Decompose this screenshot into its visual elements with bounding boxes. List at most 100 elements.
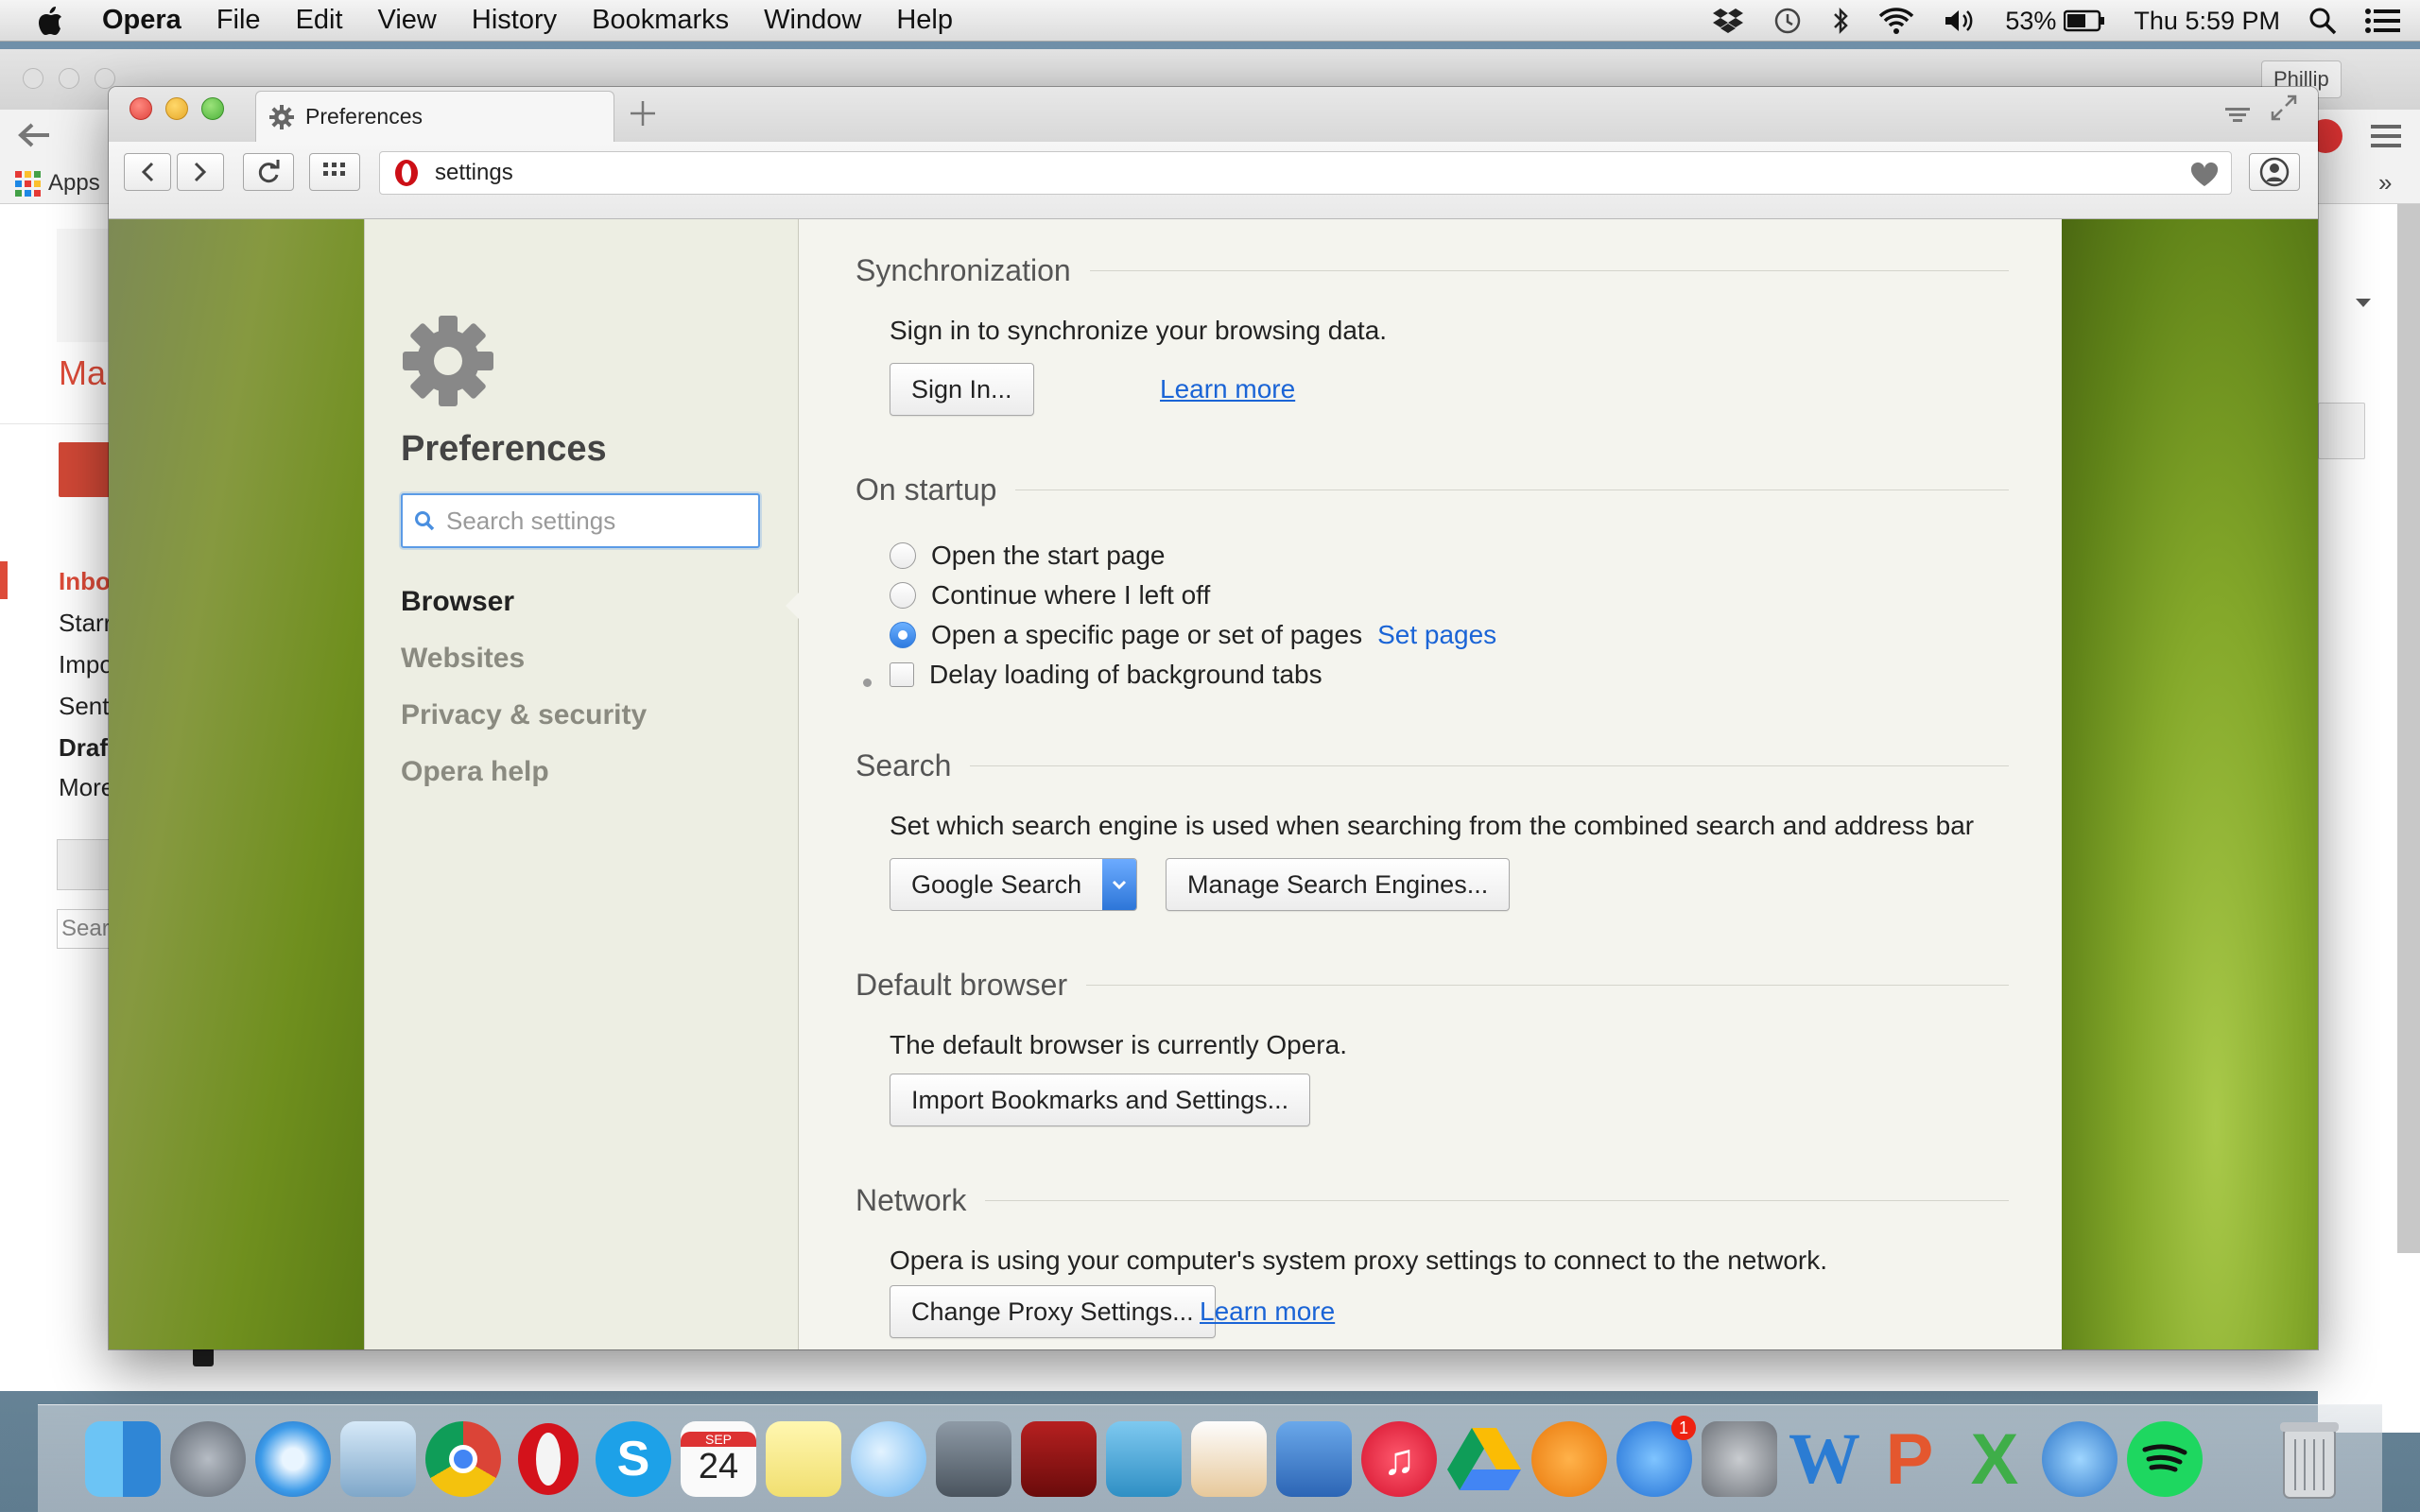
bg-label-more[interactable]: More [59,773,114,802]
menu-window[interactable]: Window [764,5,861,36]
minimize-button[interactable] [165,97,188,120]
bg-label-inbox[interactable]: Inbo [59,567,111,596]
bg-dropdown-button[interactable] [2318,403,2365,459]
spotlight-icon[interactable] [2308,7,2337,35]
bluetooth-icon[interactable] [1831,7,1850,35]
fullscreen-icon[interactable] [2269,93,2299,123]
menu-file[interactable]: File [216,5,261,36]
tab-menu-icon[interactable] [2223,100,2252,127]
bg-apps-shortcut[interactable]: Apps [15,170,100,197]
bg-chat-avatar[interactable] [57,839,112,890]
bg-label-important[interactable]: Impo [59,650,113,679]
delay-loading-checkbox[interactable] [890,662,914,687]
system-preferences-icon[interactable] [1702,1421,1777,1497]
photo-booth-icon[interactable] [1021,1421,1097,1497]
trash-icon[interactable] [2276,1418,2342,1500]
radio-button[interactable] [890,582,916,609]
bg-overflow-icon[interactable]: » [2378,168,2392,198]
heart-icon[interactable] [2189,162,2220,188]
reload-button[interactable] [243,153,294,191]
sync-learn-more-link[interactable]: Learn more [1160,374,1295,404]
word-icon[interactable]: W [1787,1419,1862,1499]
set-pages-link[interactable]: Set pages [1377,620,1496,650]
itunes-icon[interactable]: ♫ [1361,1421,1437,1497]
apple-menu-icon[interactable] [36,5,74,37]
menu-edit[interactable]: Edit [296,5,343,36]
messages-icon[interactable] [851,1421,926,1497]
bg-back-icon[interactable] [17,121,51,149]
nav-browser[interactable]: Browser [401,586,514,618]
chrome-icon[interactable] [425,1421,501,1497]
skype-icon[interactable]: S [596,1421,671,1497]
close-button[interactable] [130,97,152,120]
battery-status[interactable]: 53% [2005,7,2105,36]
radio-button-selected[interactable] [890,622,916,648]
mail-icon[interactable] [340,1421,416,1497]
chevron-down-icon[interactable] [1102,859,1137,910]
change-proxy-settings-button[interactable]: Change Proxy Settings... [890,1285,1216,1338]
startup-option-continue[interactable]: Continue where I left off [890,580,1210,610]
new-tab-button[interactable] [624,94,662,132]
bg-chat-bubble-icon[interactable] [193,1348,214,1366]
forward-button[interactable] [177,153,224,191]
facetime-icon[interactable] [936,1421,1011,1497]
bg-account-caret[interactable] [2356,299,2371,307]
sign-in-button[interactable]: Sign In... [890,363,1034,416]
nav-privacy-security[interactable]: Privacy & security [401,699,647,731]
bg-chat-search[interactable]: Sear [57,909,112,949]
menu-bookmarks[interactable]: Bookmarks [592,5,729,36]
bg-minimize-button[interactable] [59,68,79,89]
bg-compose-button[interactable] [59,442,115,497]
account-button[interactable] [2249,153,2300,191]
delay-loading-option[interactable]: Delay loading of background tabs [890,660,1322,690]
launchpad-icon[interactable] [170,1421,246,1497]
bg-scrollbar[interactable] [2397,204,2420,1253]
bg-label-drafts[interactable]: Draf [59,733,108,763]
menu-help[interactable]: Help [896,5,953,36]
google-drive-icon[interactable] [1446,1421,1522,1497]
nav-websites[interactable]: Websites [401,643,525,675]
bg-close-button[interactable] [23,68,43,89]
nav-opera-help[interactable]: Opera help [401,756,549,788]
time-machine-icon[interactable] [1772,6,1803,36]
radio-button[interactable] [890,542,916,569]
speed-dial-button[interactable] [309,153,360,191]
dropbox-icon[interactable] [1712,7,1744,35]
iphoto-icon[interactable] [1106,1421,1182,1497]
stickies-icon[interactable] [766,1421,841,1497]
volume-icon[interactable] [1943,7,1977,35]
manage-search-engines-button[interactable]: Manage Search Engines... [1166,858,1511,911]
bg-label-sent[interactable]: Sent [59,692,110,721]
notification-center-icon[interactable] [2365,7,2401,35]
ibooks-icon[interactable] [1531,1421,1607,1497]
address-bar[interactable]: settings [379,151,2232,195]
startup-option-start-page[interactable]: Open the start page [890,541,1166,571]
import-bookmarks-button[interactable]: Import Bookmarks and Settings... [890,1074,1311,1126]
wifi-icon[interactable] [1878,7,1914,35]
app-store-icon[interactable]: 1 [1616,1416,1696,1497]
spotify-icon[interactable] [2127,1421,2203,1497]
zoom-button[interactable] [201,97,224,120]
bg-label-starred[interactable]: Starr [59,609,112,638]
search-engine-select[interactable]: Google Search [890,858,1138,911]
back-button[interactable] [124,153,171,191]
search-settings-field[interactable] [401,493,760,548]
pages-icon[interactable] [1191,1421,1267,1497]
powerpoint-icon[interactable]: P [1872,1419,1947,1500]
bg-menu-icon[interactable] [2371,123,2401,149]
downloads-icon[interactable] [2042,1421,2118,1497]
menu-view[interactable]: View [378,5,437,36]
menu-history[interactable]: History [472,5,557,36]
keynote-icon[interactable] [1276,1421,1352,1497]
calendar-icon[interactable]: SEP 24 [681,1421,756,1497]
search-settings-input[interactable] [446,506,749,536]
menubar-clock[interactable]: Thu 5:59 PM [2134,7,2280,36]
startup-option-specific-pages[interactable]: Open a specific page or set of pages Set… [890,620,1496,650]
excel-icon[interactable]: X [1957,1419,2032,1500]
bg-zoom-button[interactable] [95,68,115,89]
finder-icon[interactable] [85,1421,161,1497]
safari-icon[interactable] [255,1421,331,1497]
network-learn-more-link[interactable]: Learn more [1200,1297,1335,1327]
opera-dock-icon[interactable] [510,1421,586,1497]
menu-app-name[interactable]: Opera [102,5,182,36]
